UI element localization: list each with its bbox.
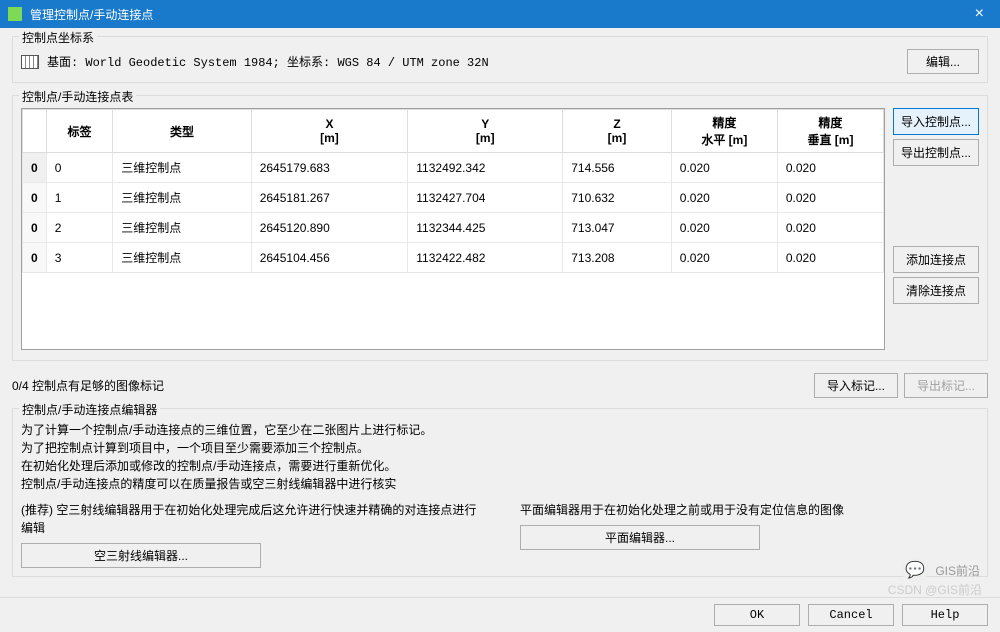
- editor-help-text: 为了计算一个控制点/手动连接点的三维位置，它至少在二张图片上进行标记。 为了把控…: [21, 421, 979, 493]
- col-accuracy-v[interactable]: 精度垂直 [m]: [777, 110, 883, 153]
- ray-editor-button[interactable]: 空三射线编辑器...: [21, 543, 261, 568]
- editor-group-label: 控制点/手动连接点编辑器: [19, 401, 160, 418]
- ok-button[interactable]: OK: [714, 604, 800, 626]
- close-icon[interactable]: ×: [967, 5, 992, 23]
- crs-text: 基面: World Geodetic System 1984; 坐标系: WGS…: [47, 53, 899, 70]
- table-row[interactable]: 03三维控制点2645104.4561132422.482713.2080.02…: [23, 243, 884, 273]
- table-header-row: 标签 类型 X[m] Y[m] Z[m] 精度水平 [m] 精度垂直 [m]: [23, 110, 884, 153]
- table-group-label: 控制点/手动连接点表: [19, 88, 136, 105]
- col-y[interactable]: Y[m]: [408, 110, 563, 153]
- col-tag[interactable]: 标签: [46, 110, 113, 153]
- import-control-points-button[interactable]: 导入控制点...: [893, 108, 979, 135]
- help-button[interactable]: Help: [902, 604, 988, 626]
- table-row[interactable]: 02三维控制点2645120.8901132344.425713.0470.02…: [23, 213, 884, 243]
- watermark-sub: CSDN @GIS前沿: [888, 581, 982, 598]
- table-row[interactable]: 00三维控制点2645179.6831132492.342714.5560.02…: [23, 153, 884, 183]
- dialog-title: 管理控制点/手动连接点: [30, 6, 967, 23]
- cancel-button[interactable]: Cancel: [808, 604, 894, 626]
- marker-status-text: 0/4 控制点有足够的图像标记: [12, 377, 808, 394]
- crs-group-label: 控制点坐标系: [19, 29, 97, 46]
- planar-editor-button[interactable]: 平面编辑器...: [520, 525, 760, 550]
- table-row[interactable]: 01三维控制点2645181.2671132427.704710.6320.02…: [23, 183, 884, 213]
- col-type[interactable]: 类型: [113, 110, 251, 153]
- edit-crs-button[interactable]: 编辑...: [907, 49, 979, 74]
- clear-tie-points-button[interactable]: 清除连接点: [893, 277, 979, 304]
- import-marks-button[interactable]: 导入标记...: [814, 373, 898, 398]
- col-z[interactable]: Z[m]: [563, 110, 672, 153]
- app-icon: [8, 7, 22, 21]
- dialog-footer: OK Cancel Help: [0, 597, 1000, 632]
- marker-status-row: 0/4 控制点有足够的图像标记 导入标记... 导出标记...: [12, 373, 988, 398]
- grid-icon: [21, 55, 39, 69]
- planar-editor-description: 平面编辑器用于在初始化处理之前或用于没有定位信息的图像: [520, 501, 979, 519]
- col-accuracy-h[interactable]: 精度水平 [m]: [671, 110, 777, 153]
- export-control-points-button[interactable]: 导出控制点...: [893, 139, 979, 166]
- watermark: 💬 GIS前沿: [901, 558, 980, 582]
- wechat-icon: 💬: [901, 558, 929, 582]
- table-group: 控制点/手动连接点表 标签 类型 X[m] Y[m] Z[m] 精度水平 [m]…: [12, 95, 988, 361]
- title-bar: 管理控制点/手动连接点 ×: [0, 0, 1000, 28]
- editor-group: 控制点/手动连接点编辑器 为了计算一个控制点/手动连接点的三维位置，它至少在二张…: [12, 408, 988, 577]
- ray-editor-description: (推荐) 空三射线编辑器用于在初始化处理完成后这允许进行快速并精确的对连接点进行…: [21, 501, 480, 537]
- control-point-table[interactable]: 标签 类型 X[m] Y[m] Z[m] 精度水平 [m] 精度垂直 [m] 0…: [21, 108, 885, 350]
- export-marks-button: 导出标记...: [904, 373, 988, 398]
- add-tie-point-button[interactable]: 添加连接点: [893, 246, 979, 273]
- col-x[interactable]: X[m]: [251, 110, 408, 153]
- crs-group: 控制点坐标系 基面: World Geodetic System 1984; 坐…: [12, 36, 988, 83]
